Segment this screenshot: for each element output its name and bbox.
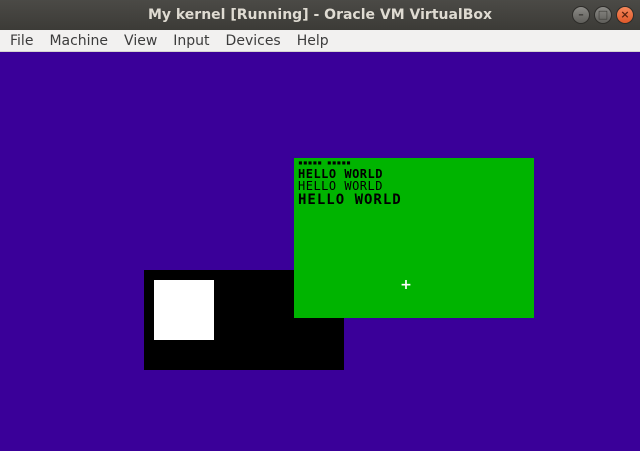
white-square [154,280,214,340]
close-button[interactable]: × [616,6,634,24]
window-controls: – □ × [572,6,634,24]
guest-dots-text: ▪▪▪▪▪ ▪▪▪▪▪ [298,158,351,167]
hello-world-line-2: HELLO WORLD [298,179,383,193]
mouse-cursor-icon: + [400,277,412,293]
minimize-button[interactable]: – [572,6,590,24]
menu-devices[interactable]: Devices [218,30,289,52]
menu-view[interactable]: View [116,30,165,52]
green-window: ▪▪▪▪▪ ▪▪▪▪▪ HELLO WORLD HELLO WORLD HELL… [294,158,534,318]
menu-file[interactable]: File [2,30,41,52]
menu-help[interactable]: Help [289,30,337,52]
menu-input[interactable]: Input [165,30,217,52]
menu-machine[interactable]: Machine [41,30,116,52]
maximize-button[interactable]: □ [594,6,612,24]
window-title: My kernel [Running] - Oracle VM VirtualB… [147,7,493,23]
guest-display[interactable]: ▪▪▪▪▪ ▪▪▪▪▪ HELLO WORLD HELLO WORLD HELL… [0,52,640,451]
title-bar[interactable]: My kernel [Running] - Oracle VM VirtualB… [0,0,640,30]
menu-bar: File Machine View Input Devices Help [0,30,640,52]
hello-world-line-3: HELLO WORLD [298,192,402,208]
